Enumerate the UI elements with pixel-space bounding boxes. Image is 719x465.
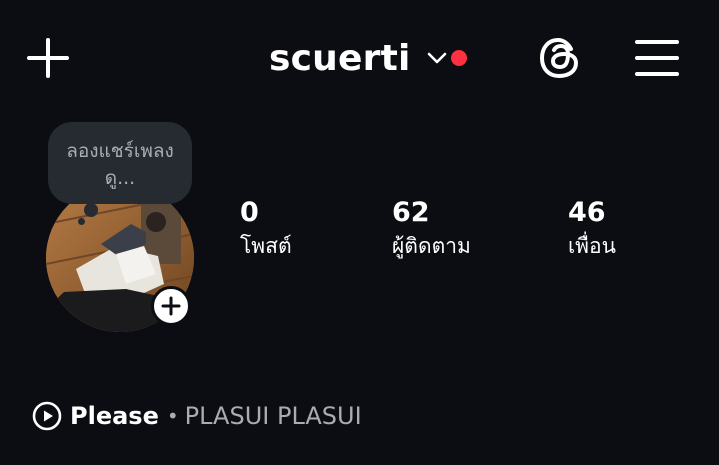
stat-posts[interactable]: 0 โพสต์ <box>240 196 292 262</box>
plus-icon <box>27 38 69 78</box>
friends-count: 46 <box>568 197 606 228</box>
stat-friends[interactable]: 46 เพื่อน <box>568 196 616 262</box>
note-bubble-tail <box>84 203 98 217</box>
account-switcher[interactable]: scuerti <box>269 34 449 82</box>
song-title: Please <box>70 402 159 430</box>
posts-label: โพสต์ <box>240 234 292 258</box>
add-story-button[interactable] <box>151 286 191 326</box>
threads-icon <box>540 38 578 78</box>
note-bubble[interactable]: ลองแชร์เพลง ดู... <box>48 122 192 204</box>
posts-count: 0 <box>240 197 259 228</box>
friends-label: เพื่อน <box>568 234 616 258</box>
add-button[interactable] <box>24 36 72 80</box>
hamburger-menu-icon <box>635 40 679 76</box>
play-circle-icon <box>32 401 62 431</box>
followers-label: ผู้ติดตาม <box>392 234 471 258</box>
note-bubble-tail-small <box>78 218 85 225</box>
profile-music[interactable]: Please • PLASUI PLASUI <box>32 398 362 434</box>
stat-followers[interactable]: 62 ผู้ติดตาม <box>392 196 471 262</box>
threads-button[interactable] <box>536 34 584 82</box>
top-bar: scuerti <box>0 0 719 120</box>
note-placeholder: ลองแชร์เพลง ดู... <box>66 140 174 189</box>
followers-count: 62 <box>392 197 430 228</box>
chevron-down-icon <box>427 52 446 64</box>
notification-dot <box>451 50 467 66</box>
username: scuerti <box>269 37 411 79</box>
menu-button[interactable] <box>634 38 680 78</box>
separator-dot: • <box>166 404 179 428</box>
plus-icon <box>161 296 181 316</box>
artist-name: PLASUI PLASUI <box>184 402 362 430</box>
